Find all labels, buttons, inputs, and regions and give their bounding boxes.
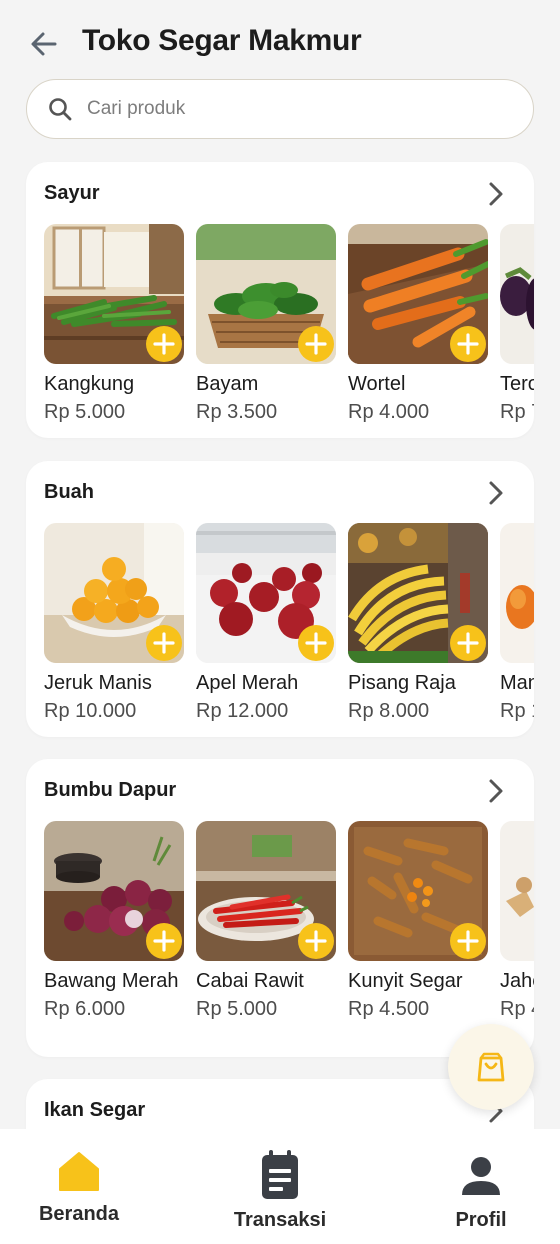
product-card[interactable]: Jahe Rp 4.000 xyxy=(500,821,534,1021)
app-header: Toko Segar Makmur xyxy=(0,0,560,80)
plus-icon xyxy=(457,930,479,952)
product-image xyxy=(44,821,184,961)
receipt-icon xyxy=(262,1150,298,1199)
product-image xyxy=(500,224,534,364)
bottom-navigation: Beranda Transaksi Profil xyxy=(0,1129,560,1244)
add-to-cart-button[interactable] xyxy=(450,326,486,362)
category-card-buah: Buah Jeruk Manis Rp 10.000 Apel Merah Rp… xyxy=(26,461,534,737)
category-title: Ikan Segar xyxy=(44,1099,146,1121)
product-name: Terong xyxy=(500,373,534,395)
product-price: Rp 12.000 xyxy=(196,700,289,722)
product-card[interactable]: Cabai Rawit Rp 5.000 xyxy=(196,821,336,1021)
home-icon xyxy=(59,1152,99,1191)
plus-icon xyxy=(305,632,327,654)
plus-icon xyxy=(153,930,175,952)
category-card-sayur: Sayur Kangkung Rp 5.000 Bayam Rp 3.500 W… xyxy=(26,162,534,438)
plus-icon xyxy=(305,333,327,355)
product-price: Rp 4.000 xyxy=(500,998,534,1020)
product-image xyxy=(348,224,488,364)
plus-icon xyxy=(153,333,175,355)
product-price: Rp 4.500 xyxy=(348,998,430,1020)
product-name: Kangkung xyxy=(44,373,135,395)
product-price: Rp 4.000 xyxy=(348,401,430,423)
product-card[interactable]: Kangkung Rp 5.000 xyxy=(44,224,184,424)
add-to-cart-button[interactable] xyxy=(146,625,182,661)
add-to-cart-button[interactable] xyxy=(146,923,182,959)
nav-item-beranda[interactable]: Beranda xyxy=(30,1149,128,1226)
product-price: Rp 15.000 xyxy=(500,700,534,722)
product-card[interactable]: Jeruk Manis Rp 10.000 xyxy=(44,523,184,723)
product-image xyxy=(196,821,336,961)
nav-label: Transaksi xyxy=(233,1209,327,1231)
nav-item-transaksi[interactable]: Transaksi xyxy=(224,1149,336,1232)
product-card[interactable]: Terong Rp 7.000 xyxy=(500,224,534,424)
product-image xyxy=(348,821,488,961)
product-name: Cabai Rawit xyxy=(196,970,304,992)
product-price: Rp 5.000 xyxy=(44,401,126,423)
plus-icon xyxy=(457,333,479,355)
category-title: Sayur xyxy=(44,182,100,204)
product-image xyxy=(44,523,184,663)
back-button[interactable] xyxy=(26,26,62,62)
product-price: Rp 10.000 xyxy=(44,700,137,722)
plus-icon xyxy=(305,930,327,952)
product-name: Mangga xyxy=(500,672,534,694)
category-title: Buah xyxy=(44,481,94,503)
nav-label: Profil xyxy=(455,1209,507,1231)
product-image xyxy=(500,523,534,663)
add-to-cart-button[interactable] xyxy=(298,326,334,362)
plus-icon xyxy=(457,632,479,654)
product-image xyxy=(44,224,184,364)
product-name: Wortel xyxy=(348,373,406,395)
product-image xyxy=(348,523,488,663)
add-to-cart-button[interactable] xyxy=(298,625,334,661)
category-title: Bumbu Dapur xyxy=(44,779,177,801)
plus-icon xyxy=(153,632,175,654)
chevron-right-icon[interactable] xyxy=(484,777,508,805)
add-to-cart-button[interactable] xyxy=(450,625,486,661)
product-price: Rp 6.000 xyxy=(44,998,126,1020)
nav-item-profil[interactable]: Profil xyxy=(446,1155,516,1232)
product-price: Rp 3.500 xyxy=(196,401,278,423)
chevron-right-icon[interactable] xyxy=(484,479,508,507)
product-carousel[interactable]: Bawang Merah Rp 6.000 Cabai Rawit Rp 5.0… xyxy=(44,821,534,1057)
search-input[interactable] xyxy=(87,98,487,120)
product-card[interactable]: Wortel Rp 4.000 xyxy=(348,224,488,424)
cart-button[interactable] xyxy=(448,1024,534,1110)
product-carousel[interactable]: Kangkung Rp 5.000 Bayam Rp 3.500 Wortel … xyxy=(44,224,534,438)
user-icon xyxy=(462,1157,500,1195)
product-card[interactable]: Apel Merah Rp 12.000 xyxy=(196,523,336,723)
product-card[interactable]: Bawang Merah Rp 6.000 xyxy=(44,821,184,1021)
product-card[interactable]: Kunyit Segar Rp 4.500 xyxy=(348,821,488,1021)
shopping-bag-icon xyxy=(477,1052,505,1082)
search-bar[interactable] xyxy=(26,79,534,139)
add-to-cart-button[interactable] xyxy=(450,923,486,959)
add-to-cart-button[interactable] xyxy=(146,326,182,362)
product-card[interactable]: Bayam Rp 3.500 xyxy=(196,224,336,424)
category-card-bumbu-dapur: Bumbu Dapur Bawang Merah Rp 6.000 Cabai … xyxy=(26,759,534,1057)
add-to-cart-button[interactable] xyxy=(298,923,334,959)
product-card[interactable]: Pisang Raja Rp 8.000 xyxy=(348,523,488,723)
product-carousel[interactable]: Jeruk Manis Rp 10.000 Apel Merah Rp 12.0… xyxy=(44,523,534,737)
product-name: Bawang Merah xyxy=(44,970,179,992)
product-price: Rp 5.000 xyxy=(196,998,278,1020)
product-image xyxy=(196,523,336,663)
arrow-left-icon xyxy=(31,32,57,56)
product-name: Jahe xyxy=(500,970,534,992)
product-name: Bayam xyxy=(196,373,259,395)
product-name: Pisang Raja xyxy=(348,672,456,694)
product-name: Jeruk Manis xyxy=(44,672,152,694)
product-name: Kunyit Segar xyxy=(348,970,463,992)
page-title: Toko Segar Makmur xyxy=(82,24,362,57)
product-image xyxy=(500,821,534,961)
product-name: Apel Merah xyxy=(196,672,299,694)
product-image xyxy=(196,224,336,364)
product-card[interactable]: Mangga Rp 15.000 xyxy=(500,523,534,723)
nav-label: Beranda xyxy=(38,1203,120,1225)
product-price: Rp 8.000 xyxy=(348,700,430,722)
product-price: Rp 7.000 xyxy=(500,401,534,423)
search-icon xyxy=(49,98,72,121)
chevron-right-icon[interactable] xyxy=(484,180,508,208)
